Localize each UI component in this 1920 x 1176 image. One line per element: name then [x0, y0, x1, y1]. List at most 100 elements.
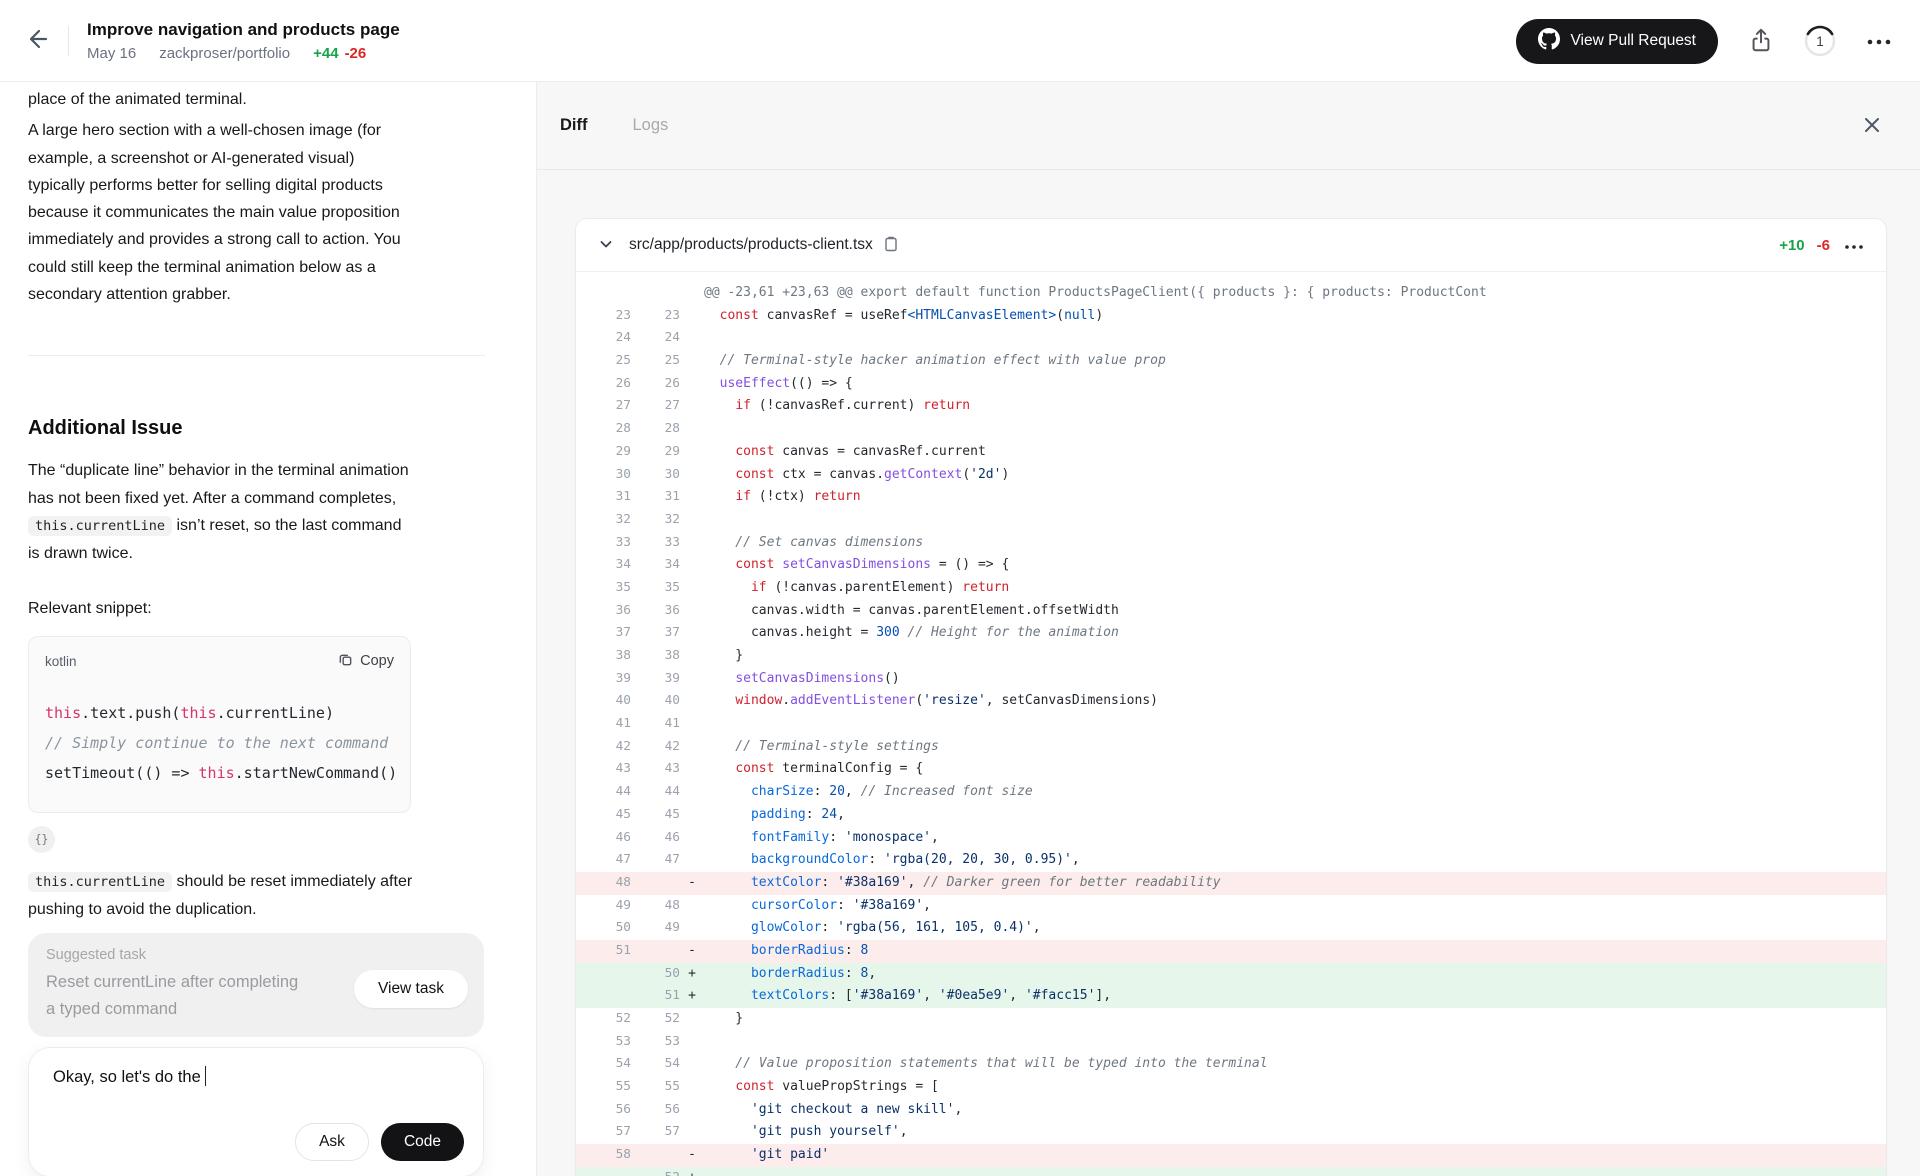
file-deletions: -6 — [1817, 237, 1830, 254]
diff-row: 3838 } — [576, 645, 1886, 668]
collapse-file-button[interactable] — [598, 236, 614, 255]
diff-marker — [680, 577, 704, 600]
new-line-number: 56 — [631, 1099, 680, 1122]
diff-row: 5656 'git checkout a new skill', — [576, 1099, 1886, 1122]
conversation-scroll[interactable]: place of the animated terminal. A large … — [0, 82, 536, 1176]
code-token: ( — [962, 467, 970, 482]
tab-diff[interactable]: Diff — [560, 116, 588, 135]
diff-marker — [680, 305, 704, 328]
panel-tab-bar: Diff Logs — [537, 82, 1920, 170]
code-token: const — [735, 761, 774, 776]
new-line-number: 44 — [631, 781, 680, 804]
code-line: } — [704, 1008, 1886, 1031]
code-token: : [ — [829, 988, 852, 1003]
old-line-number: 30 — [576, 464, 631, 487]
code-token: , setCanvasDimensions) — [986, 693, 1158, 708]
new-line-number: 33 — [631, 532, 680, 555]
view-pull-request-button[interactable]: View Pull Request — [1516, 19, 1718, 64]
code-token: // Terminal-style settings — [704, 739, 939, 754]
new-line-number: 46 — [631, 827, 680, 850]
code-token: this — [45, 704, 81, 722]
view-task-button[interactable]: View task — [354, 970, 468, 1008]
code-token: , — [1072, 852, 1080, 867]
new-line-number — [631, 872, 680, 895]
diff-marker — [680, 327, 704, 350]
diff-code[interactable]: @@ -23,61 +23,63 @@ export default funct… — [576, 271, 1886, 1176]
diff-row: 2525 // Terminal-style hacker animation … — [576, 350, 1886, 373]
code-token: : — [845, 943, 861, 958]
diff-row: 4747 backgroundColor: 'rgba(20, 20, 30, … — [576, 849, 1886, 872]
share-button[interactable] — [1748, 26, 1774, 57]
code-token: // Increased font size — [861, 784, 1033, 799]
code-token: if — [735, 489, 751, 504]
old-line-number: 39 — [576, 668, 631, 691]
clipboard-icon — [884, 236, 898, 255]
code-token: return — [923, 398, 970, 413]
code-token: ( — [1056, 308, 1064, 323]
code-button[interactable]: Code — [381, 1123, 464, 1161]
tab-logs[interactable]: Logs — [633, 116, 669, 135]
new-line-number: 52 — [631, 1167, 680, 1176]
notification-badge[interactable]: 1 — [1804, 25, 1836, 57]
new-line-number — [631, 1144, 680, 1167]
chat-input-text[interactable]: Okay, so let's do the — [53, 1066, 459, 1087]
old-line-number: 34 — [576, 554, 631, 577]
code-line: const terminalConfig = { — [704, 758, 1886, 781]
code-toggle-button[interactable]: {} — [28, 826, 55, 853]
snippet-line: setTimeout(() => this.startNewCommand(),… — [45, 758, 394, 788]
old-line-number: 31 — [576, 486, 631, 509]
diff-marker — [680, 645, 704, 668]
code-token: '2d' — [970, 467, 1001, 482]
file-menu-button[interactable] — [1844, 238, 1864, 253]
code-token: <HTMLCanvasElement> — [908, 308, 1057, 323]
diff-row: 5454 // Value proposition statements tha… — [576, 1053, 1886, 1076]
header-more-button[interactable] — [1866, 34, 1892, 49]
code-token: 'git checkout a new skill' — [751, 1102, 955, 1117]
code-token: canvas.width = canvas.parentElement.offs… — [704, 603, 1119, 618]
title-block: Improve navigation and products page May… — [87, 19, 400, 62]
close-panel-button[interactable] — [1856, 110, 1888, 142]
diff-marker: + — [680, 985, 704, 1008]
code-token — [704, 1147, 751, 1162]
old-line-number: 29 — [576, 441, 631, 464]
diff-marker — [680, 441, 704, 464]
file-path: src/app/products/products-client.tsx — [629, 236, 873, 254]
code-token: setTimeout(() => — [45, 764, 199, 782]
code-token: canvasRef = useRef — [759, 308, 908, 323]
copy-path-button[interactable] — [884, 236, 898, 255]
copy-button[interactable]: Copy — [338, 652, 394, 671]
ask-button[interactable]: Ask — [295, 1123, 369, 1161]
code-token — [704, 444, 735, 459]
old-line-number: 44 — [576, 781, 631, 804]
code-token: . — [782, 693, 790, 708]
back-arrow-icon — [25, 26, 51, 55]
diff-row: 3939 setCanvasDimensions() — [576, 668, 1886, 691]
diff-row: 4646 fontFamily: 'monospace', — [576, 827, 1886, 850]
new-line-number: 42 — [631, 736, 680, 759]
code-line: borderRadius: 8 — [704, 940, 1886, 963]
suggested-task-label: Suggested task — [46, 947, 466, 963]
code-token: , — [845, 784, 861, 799]
new-line-number: 40 — [631, 690, 680, 713]
back-button[interactable] — [18, 21, 58, 61]
chat-input-card[interactable]: Okay, so let's do the Ask Code — [28, 1047, 484, 1176]
code-token — [704, 875, 751, 890]
code-line: const valuePropStrings = [ — [704, 1076, 1886, 1099]
code-line: backgroundColor: 'rgba(20, 20, 30, 0.95)… — [704, 849, 1886, 872]
old-line-number: 33 — [576, 532, 631, 555]
diff-row: 2929 const canvas = canvasRef.current — [576, 441, 1886, 464]
code-line: window.addEventListener('resize', setCan… — [704, 690, 1886, 713]
code-line: @@ -23,61 +23,63 @@ export default funct… — [704, 282, 1886, 305]
github-icon — [1538, 28, 1560, 55]
new-line-number: 34 — [631, 554, 680, 577]
code-token: ctx = canvas. — [774, 467, 884, 482]
badge-count: 1 — [1816, 34, 1824, 49]
section-divider — [28, 355, 485, 356]
diff-row: 5757 'git push yourself', — [576, 1121, 1886, 1144]
code-token: (() => { — [790, 376, 853, 391]
diff-marker — [680, 395, 704, 418]
code-token: valuePropStrings = [ — [774, 1079, 938, 1094]
code-token — [704, 308, 720, 323]
diff-row: 3131 if (!ctx) return — [576, 486, 1886, 509]
new-line-number: 28 — [631, 418, 680, 441]
